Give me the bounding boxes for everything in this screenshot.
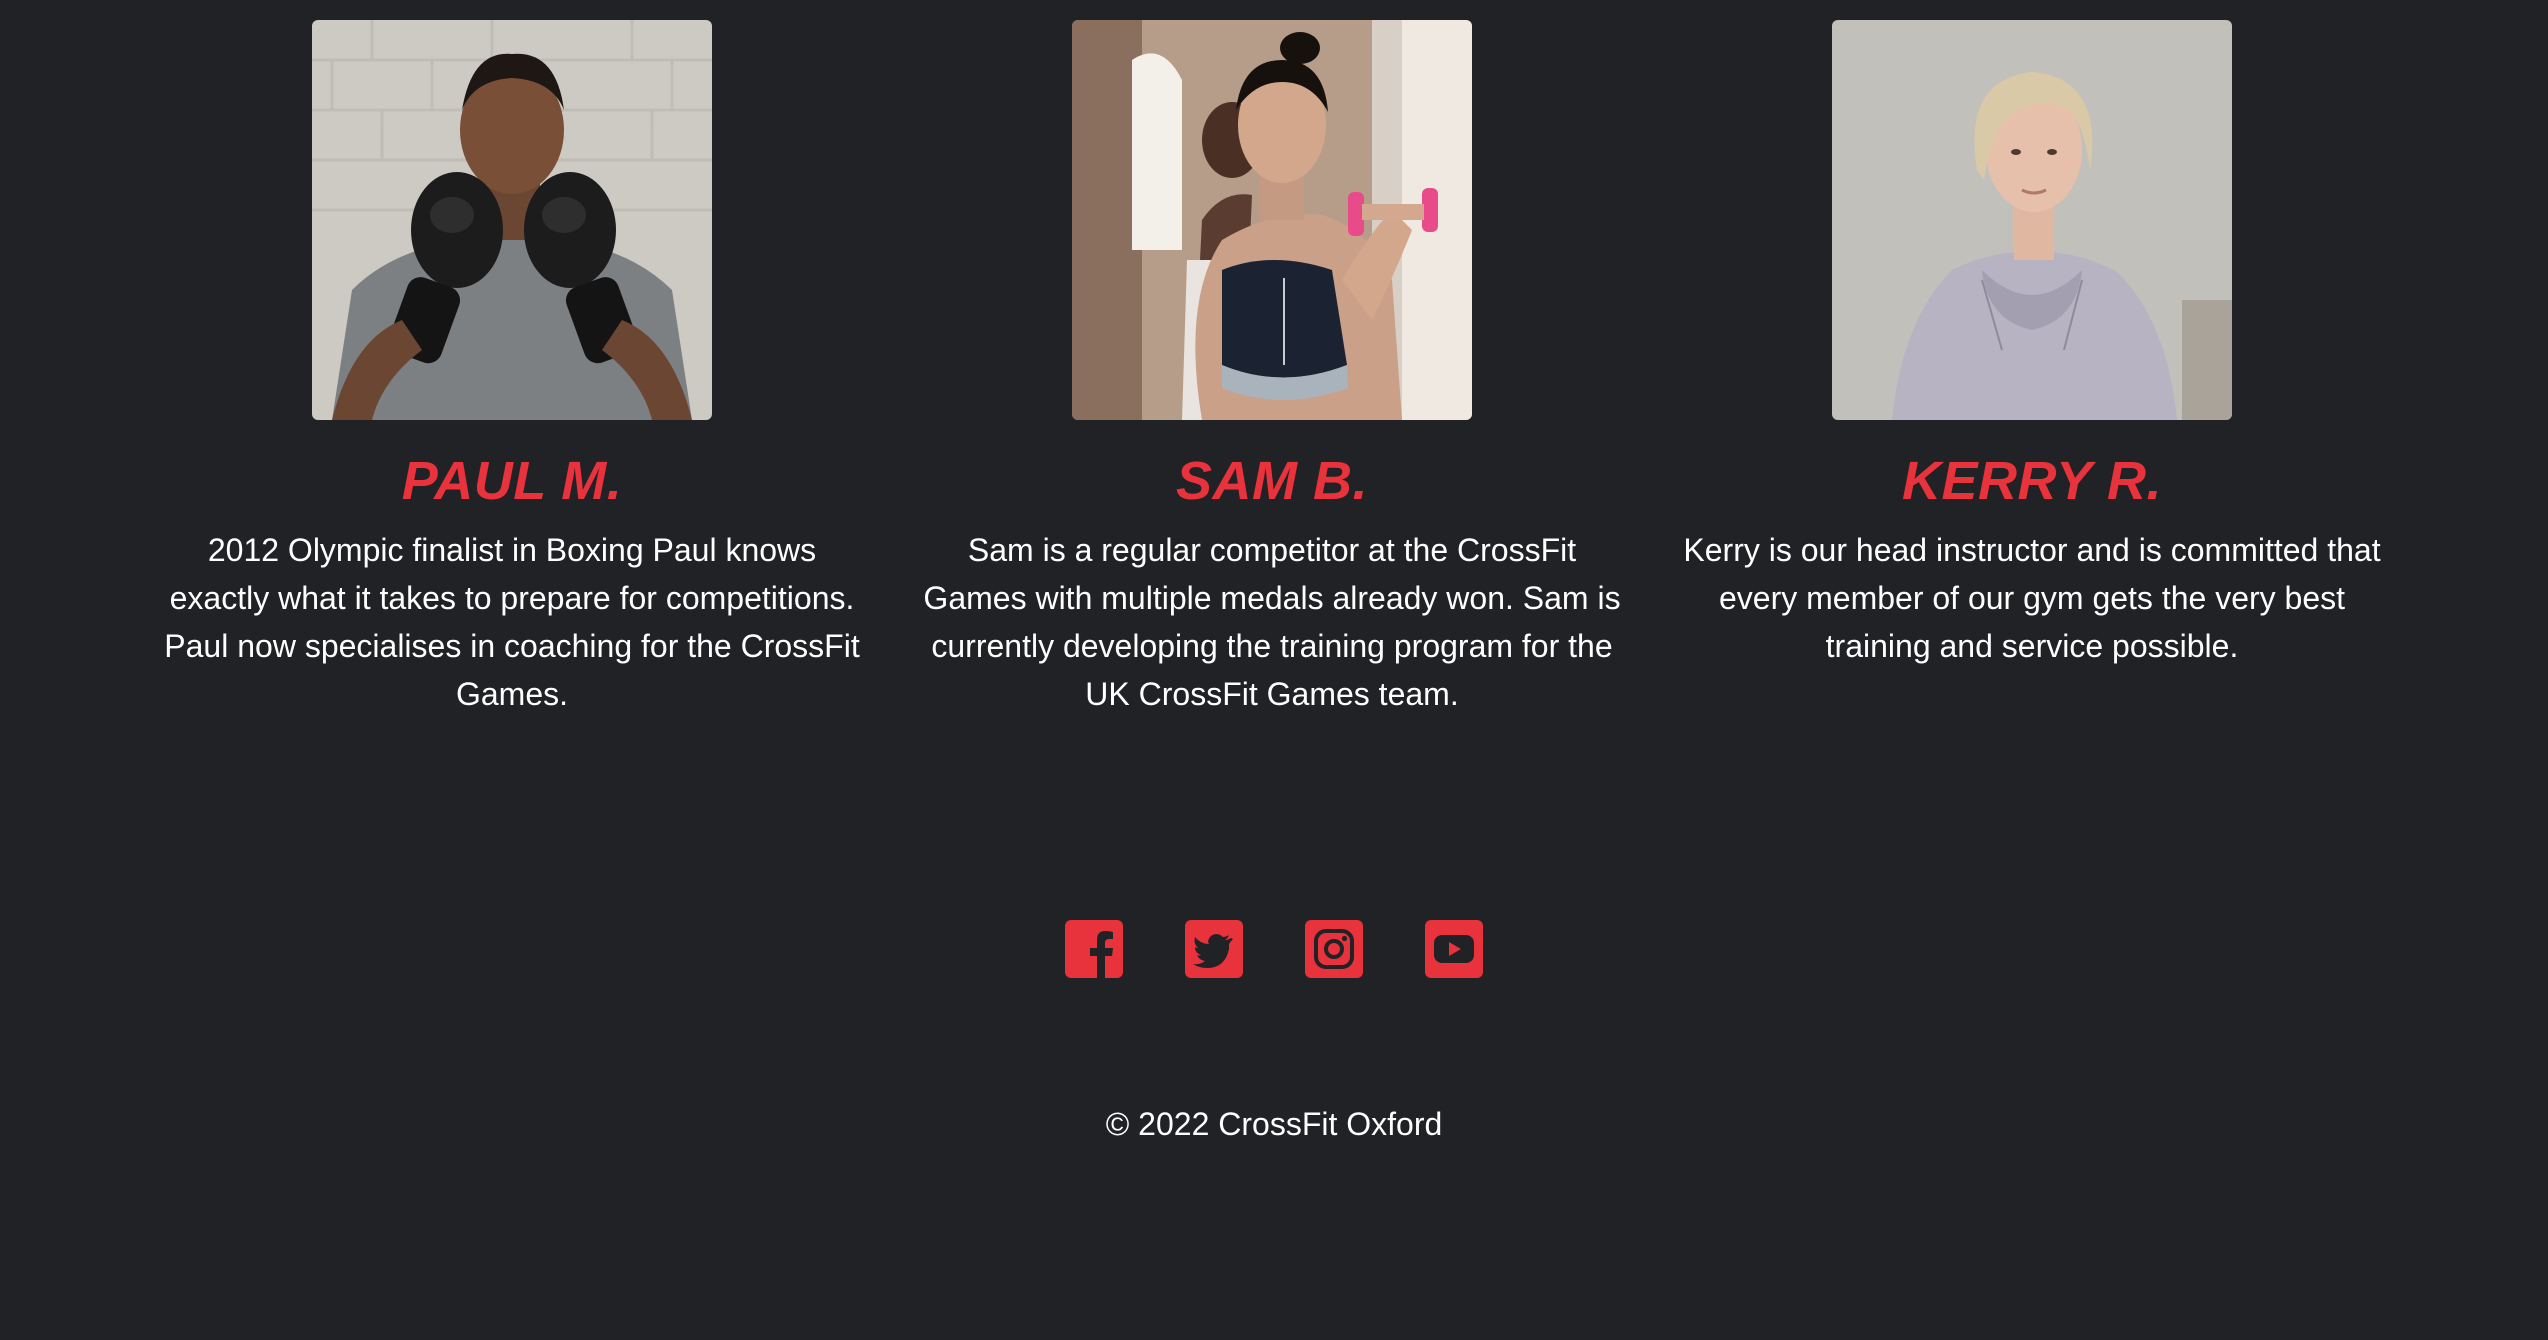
instructor-bio: Kerry is our head instructor and is comm… [1683,532,2381,664]
youtube-icon [1425,920,1483,978]
social-links [0,920,2548,980]
facebook-link[interactable] [1065,920,1123,978]
twitter-link[interactable] [1185,920,1243,978]
dumbbell-athlete-photo-icon [1072,20,1472,420]
twitter-icon [1185,920,1243,978]
instructor-card-paul: PAUL M. 2012 Olympic finalist in Boxing … [152,20,872,718]
page: PAUL M. 2012 Olympic finalist in Boxing … [0,0,2548,1340]
instagram-link[interactable] [1305,920,1363,978]
instructor-bio: Sam is a regular competitor at the Cross… [923,532,1621,712]
facebook-icon [1065,920,1123,978]
youtube-link[interactable] [1425,920,1483,978]
instructor-card-kerry: KERRY R. Kerry is our head instructor an… [1672,20,2392,670]
copyright-text: © 2022 CrossFit Oxford [1105,1106,1443,1142]
instructors-section: PAUL M. 2012 Olympic finalist in Boxing … [0,20,2548,740]
boxer-photo-icon [312,20,712,420]
instructor-name: KERRY R. [1901,451,2163,511]
instructor-photo [1072,20,1472,420]
instructor-card-sam: SAM B. Sam is a regular competitor at th… [912,20,1632,718]
instructor-portrait-photo-icon [1832,20,2232,420]
instructor-name: PAUL M. [401,451,623,511]
instructor-bio: 2012 Olympic finalist in Boxing Paul kno… [164,532,860,712]
instructor-photo [312,20,712,420]
instructor-photo [1832,20,2232,420]
instagram-icon [1305,920,1363,978]
instructor-name: SAM B. [1176,451,1368,511]
